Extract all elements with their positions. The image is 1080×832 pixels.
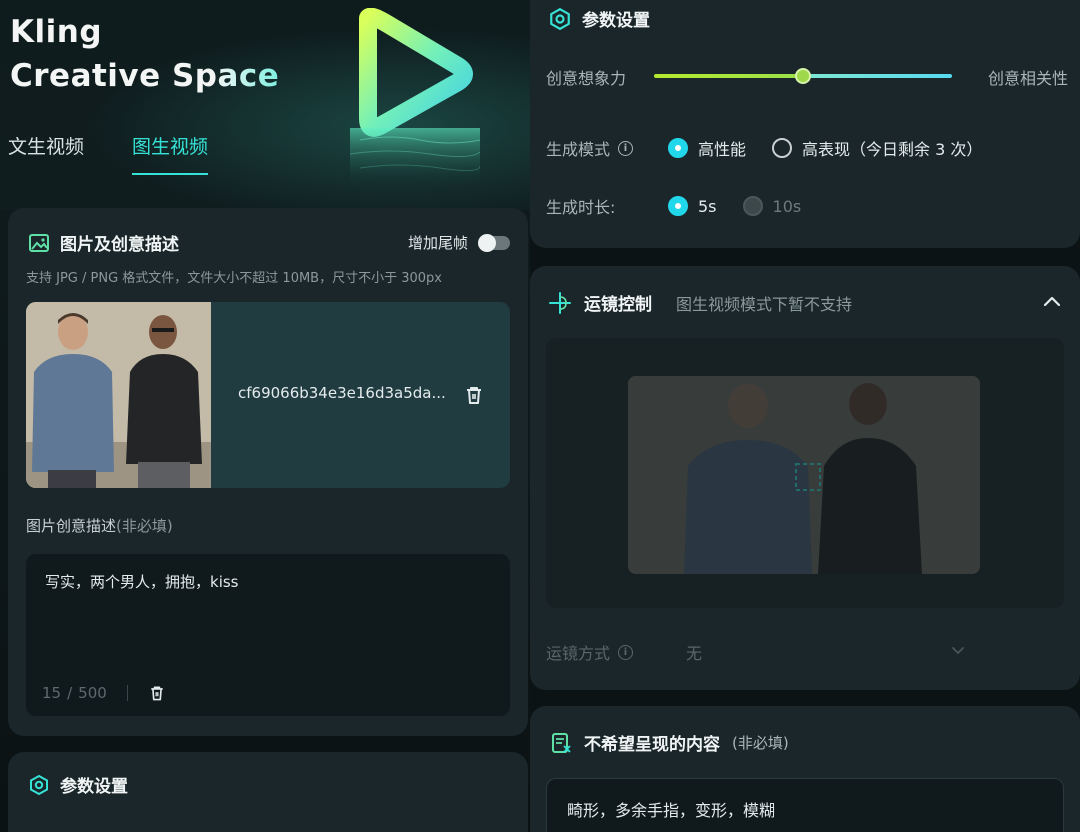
slider-rest bbox=[803, 74, 952, 78]
camera-title-text: 运镜控制 bbox=[584, 295, 652, 315]
char-counter: 15 / 500 bbox=[42, 684, 166, 702]
kling-logo-icon bbox=[350, 8, 480, 188]
duration-label: 生成时长: bbox=[546, 198, 616, 217]
negative-optional: (非必填) bbox=[732, 734, 789, 752]
char-max: 500 bbox=[78, 684, 107, 702]
params-bottom-title: 参数设置 bbox=[28, 772, 128, 797]
left-panel: Kling Creative Space 文生视频 图生视频 图片及创意描述 增… bbox=[0, 0, 530, 832]
camera-subtitle: 图生视频模式下暂不支持 bbox=[676, 294, 853, 314]
camera-mode-label: 运镜方式 bbox=[546, 644, 611, 663]
slider-right-label: 创意相关性 bbox=[987, 69, 1068, 88]
upload-title-text: 图片及创意描述 bbox=[60, 235, 179, 255]
uploaded-image-thumbnail bbox=[26, 302, 211, 488]
info-icon: i bbox=[618, 644, 634, 660]
radio-dot bbox=[668, 138, 688, 158]
upload-hint: 支持 JPG / PNG 格式文件，文件大小不超过 10MB，尺寸不小于 300… bbox=[26, 271, 442, 286]
uploaded-image-box[interactable]: cf69066b34e3e16d3a5da... bbox=[26, 302, 510, 488]
negative-prompt-input[interactable]: 畸形，多余手指，变形，模糊 bbox=[546, 778, 1064, 832]
clear-text-icon[interactable] bbox=[148, 684, 166, 702]
mode-row: 生成模式 i 高性能 高表现（今日剩余 3 次） bbox=[546, 136, 1008, 160]
radio-10s[interactable]: 10s bbox=[742, 196, 802, 216]
brand-title: Kling Creative Space bbox=[10, 10, 279, 98]
radio-label: 5s bbox=[698, 196, 717, 216]
creativity-slider-row: 创意想象力 创意相关性 bbox=[546, 66, 1068, 88]
params-bottom-title-text: 参数设置 bbox=[60, 777, 128, 797]
mode-label-text: 生成模式 bbox=[546, 140, 611, 159]
params-title-text: 参数设置 bbox=[582, 11, 650, 31]
radio-label: 10s bbox=[772, 196, 802, 216]
slider-fill bbox=[654, 74, 803, 78]
settings-hex-icon bbox=[30, 774, 48, 795]
radio-dot bbox=[668, 196, 688, 216]
negative-prompt-value: 畸形，多余手指，变形，模糊 bbox=[567, 801, 776, 820]
negative-title: 不希望呈现的内容 (非必填) bbox=[550, 730, 789, 755]
brand-word-creative: Creative bbox=[10, 58, 161, 94]
radio-high-quality[interactable]: 高表现（今日剩余 3 次） bbox=[772, 136, 982, 160]
camera-mode-value: 无 bbox=[686, 644, 703, 663]
params-title: 参数设置 bbox=[548, 6, 650, 31]
radio-5s[interactable]: 5s bbox=[668, 196, 717, 216]
radio-label: 高性能 bbox=[698, 140, 747, 159]
params-card-bottom: 参数设置 bbox=[8, 752, 528, 832]
tab-image-to-video[interactable]: 图生视频 bbox=[132, 132, 209, 175]
brand-word-space: Space bbox=[171, 58, 280, 94]
camera-move-icon bbox=[549, 291, 571, 314]
char-count: 15 bbox=[42, 684, 62, 702]
description-textarea[interactable]: 写实，两个男人，拥抱，kiss 15 / 500 bbox=[26, 554, 510, 716]
camera-preview bbox=[546, 338, 1064, 608]
description-label: 图片创意描述(非必填) bbox=[26, 515, 173, 536]
end-frame-toggle[interactable] bbox=[478, 233, 510, 252]
camera-preview-image bbox=[628, 376, 980, 574]
char-count-sep: / bbox=[67, 684, 73, 702]
radio-label: 高表现（今日剩余 3 次） bbox=[802, 140, 983, 159]
preview-shade bbox=[628, 376, 980, 574]
chevron-up-icon[interactable] bbox=[1042, 292, 1062, 312]
tab-text-to-video[interactable]: 文生视频 bbox=[8, 132, 84, 175]
mode-label: 生成模式 i bbox=[546, 136, 668, 160]
uploaded-filename: cf69066b34e3e16d3a5da... bbox=[238, 384, 446, 402]
upload-card-title: 图片及创意描述 bbox=[28, 230, 179, 255]
params-card: 参数设置 创意想象力 创意相关性 生成模式 i 高性能 高表现（今日剩余 3 次 bbox=[530, 0, 1080, 248]
camera-control-card: 运镜控制 图生视频模式下暂不支持 运镜方式 i 无 bbox=[530, 266, 1080, 690]
negative-title-text: 不希望呈现的内容 bbox=[584, 735, 720, 755]
radio-dot bbox=[742, 196, 763, 216]
radio-high-performance[interactable]: 高性能 bbox=[668, 136, 746, 160]
duration-row: 生成时长: 5s 10s bbox=[546, 194, 827, 218]
settings-hex-icon bbox=[550, 7, 570, 30]
description-optional: (非必填) bbox=[116, 517, 173, 535]
creativity-slider[interactable] bbox=[654, 68, 952, 84]
toggle-knob bbox=[478, 233, 496, 252]
end-frame-label: 增加尾帧 bbox=[407, 234, 468, 252]
document-x-icon bbox=[552, 732, 571, 753]
image-icon bbox=[29, 233, 49, 252]
chevron-down-icon bbox=[952, 647, 964, 655]
counter-divider bbox=[126, 685, 128, 701]
negative-prompt-card: 不希望呈现的内容 (非必填) 畸形，多余手指，变形，模糊 bbox=[530, 706, 1080, 832]
camera-title: 运镜控制 图生视频模式下暂不支持 bbox=[548, 290, 852, 315]
hero-banner: Kling Creative Space 文生视频 图生视频 bbox=[0, 0, 530, 210]
trash-icon[interactable] bbox=[463, 384, 485, 406]
description-label-text: 图片创意描述 bbox=[26, 517, 117, 535]
brand-line1: Kling bbox=[10, 14, 103, 50]
image-upload-card: 图片及创意描述 增加尾帧 支持 JPG / PNG 格式文件，文件大小不超过 1… bbox=[8, 208, 528, 736]
right-panel: 参数设置 创意想象力 创意相关性 生成模式 i 高性能 高表现（今日剩余 3 次 bbox=[530, 0, 1080, 832]
end-frame-toggle-row: 增加尾帧 bbox=[408, 232, 510, 253]
info-icon[interactable]: i bbox=[618, 140, 634, 156]
camera-mode-row: 运镜方式 i 无 bbox=[546, 640, 702, 664]
slider-left-label: 创意想象力 bbox=[546, 69, 627, 88]
photo-illustration bbox=[26, 302, 211, 488]
slider-thumb[interactable] bbox=[795, 68, 811, 84]
description-value: 写实，两个男人，拥抱，kiss bbox=[45, 573, 239, 591]
brand-line2: Creative Space bbox=[10, 54, 279, 98]
mode-tabs: 文生视频 图生视频 bbox=[8, 132, 209, 175]
radio-dot bbox=[772, 138, 793, 158]
